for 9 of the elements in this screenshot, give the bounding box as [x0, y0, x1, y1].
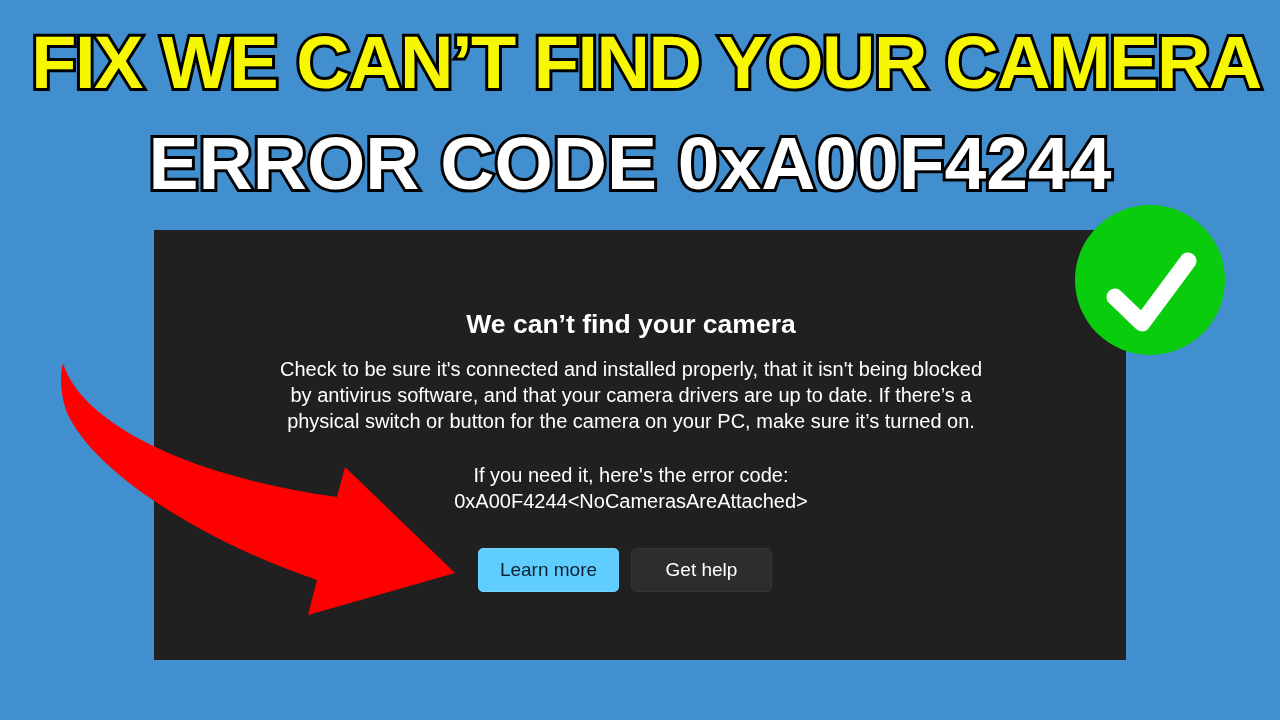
- get-help-button[interactable]: Get help: [631, 548, 772, 592]
- dialog-message: Check to be sure it's connected and installed properly, that it isn't being blocked by antivirus software, and that your camera drivers are up to date. If there’s a physical switch or button for the camera on your PC, make sure it’s turned on.: [278, 357, 984, 434]
- headline-text: FIX WE CAN’T FIND YOUR CAMERA: [31, 26, 1261, 100]
- headline-text: ERROR CODE 0xA00F4244: [148, 126, 1112, 201]
- learn-more-button[interactable]: Learn more: [478, 548, 619, 592]
- error-code-text: 0xA00F4244<NoCamerasAreAttached>: [454, 489, 808, 514]
- error-code-label: If you need it, here's the error code:: [473, 463, 789, 488]
- dialog-title: We can’t find your camera: [466, 308, 796, 340]
- check-circle-icon: [1075, 205, 1225, 355]
